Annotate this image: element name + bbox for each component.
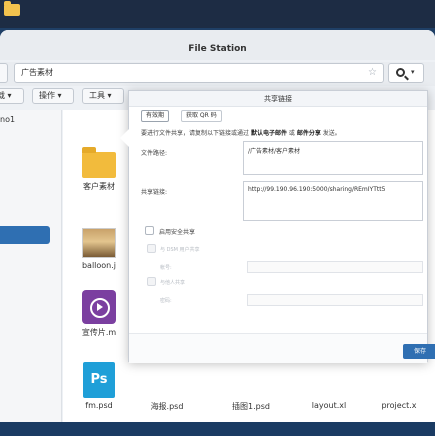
favorite-star-icon[interactable]: ☆ <box>368 64 377 82</box>
file-item[interactable]: Ps fm.psd <box>69 362 129 410</box>
file-name: layout.xl <box>311 401 347 410</box>
file-item[interactable]: 海报.psd <box>137 362 197 412</box>
file-name: 插图1.psd <box>232 402 270 411</box>
sidebar-item-label[interactable]: no1 <box>0 115 15 124</box>
share-others-label: 与他人共享 <box>160 280 186 286</box>
search-button[interactable]: ▾ <box>388 63 424 83</box>
share-others-radio[interactable] <box>147 277 156 286</box>
tools-button[interactable]: 工具 ▾ <box>82 88 124 104</box>
dialog-pointer <box>120 129 129 147</box>
secure-share-label: 启用安全共享 <box>159 229 196 236</box>
upload-button[interactable]: 载 ▾ <box>0 88 24 104</box>
dialog-footer: 保存 <box>129 333 435 363</box>
account-label: 帐号: <box>160 265 172 271</box>
search-icon <box>396 68 405 77</box>
folder-icon <box>82 147 116 178</box>
share-dsm-users-label: 与 DSM 用户共享 <box>160 247 200 253</box>
file-item[interactable]: 插图1.psd <box>221 362 281 412</box>
sidebar: no1 <box>0 110 62 422</box>
file-item[interactable]: balloon.j <box>69 228 129 270</box>
image-thumbnail-icon <box>82 228 116 258</box>
file-item[interactable]: project.x <box>369 362 429 410</box>
window-title: File Station <box>0 30 435 60</box>
file-item[interactable]: 宣传片.m <box>69 290 129 338</box>
file-path-label: 文件路径: <box>141 150 168 157</box>
get-qr-code-button[interactable]: 获取 QR 码 <box>181 110 222 122</box>
file-name: 海报.psd <box>150 402 184 411</box>
default-email-link[interactable]: 默认电子邮件 <box>251 130 287 137</box>
sidebar-item-selected[interactable] <box>0 226 50 244</box>
password-label: 密码: <box>160 298 172 304</box>
psd-file-icon: Ps <box>83 362 115 398</box>
email-share-link[interactable]: 邮件分享 <box>297 130 321 137</box>
chevron-down-icon: ▾ <box>411 68 415 76</box>
action-button[interactable]: 操作 ▾ <box>32 88 74 104</box>
file-station-taskbar-icon[interactable] <box>4 1 20 16</box>
file-name: 客户素材 <box>83 182 115 191</box>
password-field[interactable] <box>247 294 423 306</box>
account-field[interactable] <box>247 261 423 273</box>
file-name: fm.psd <box>85 401 113 410</box>
file-name: project.x <box>381 401 417 410</box>
secure-share-checkbox[interactable] <box>145 226 154 235</box>
save-button[interactable]: 保存 <box>403 344 435 359</box>
file-name: 宣传片.m <box>81 328 117 337</box>
file-name: balloon.j <box>81 261 117 270</box>
share-hint: 要进行文件共享，请复制以下链接或通过 默认电子邮件 或 邮件分享 发送。 <box>141 128 341 137</box>
hint-text: 或 <box>288 130 295 137</box>
file-item[interactable]: 客户素材 <box>69 147 129 192</box>
dialog-title: 共享链接 <box>129 91 427 107</box>
file-item[interactable]: layout.xl <box>299 362 359 410</box>
path-text: 广告素材 <box>21 68 53 77</box>
desktop-taskbar <box>0 0 435 28</box>
share-link-dialog: 共享链接 有效期 获取 QR 码 要进行文件共享，请复制以下链接或通过 默认电子… <box>120 90 435 363</box>
back-button[interactable] <box>0 63 8 83</box>
video-file-icon <box>82 290 116 324</box>
file-path-field[interactable]: /广告素材/客户素材 <box>243 141 423 175</box>
hint-text: 要进行文件共享，请复制以下链接或通过 <box>141 130 250 137</box>
share-dsm-users-radio[interactable] <box>147 244 156 253</box>
desktop-bottom <box>0 422 435 436</box>
share-link-label: 共享链接: <box>141 189 168 196</box>
path-bar: 广告素材 ☆ ▾ <box>0 62 435 86</box>
hint-text: 发送。 <box>322 130 341 137</box>
share-link-field[interactable]: http://99.190.96.190:5000/sharing/REmIYT… <box>243 181 423 221</box>
path-input[interactable]: 广告素材 ☆ <box>14 63 384 83</box>
validity-button[interactable]: 有效期 <box>141 110 170 122</box>
